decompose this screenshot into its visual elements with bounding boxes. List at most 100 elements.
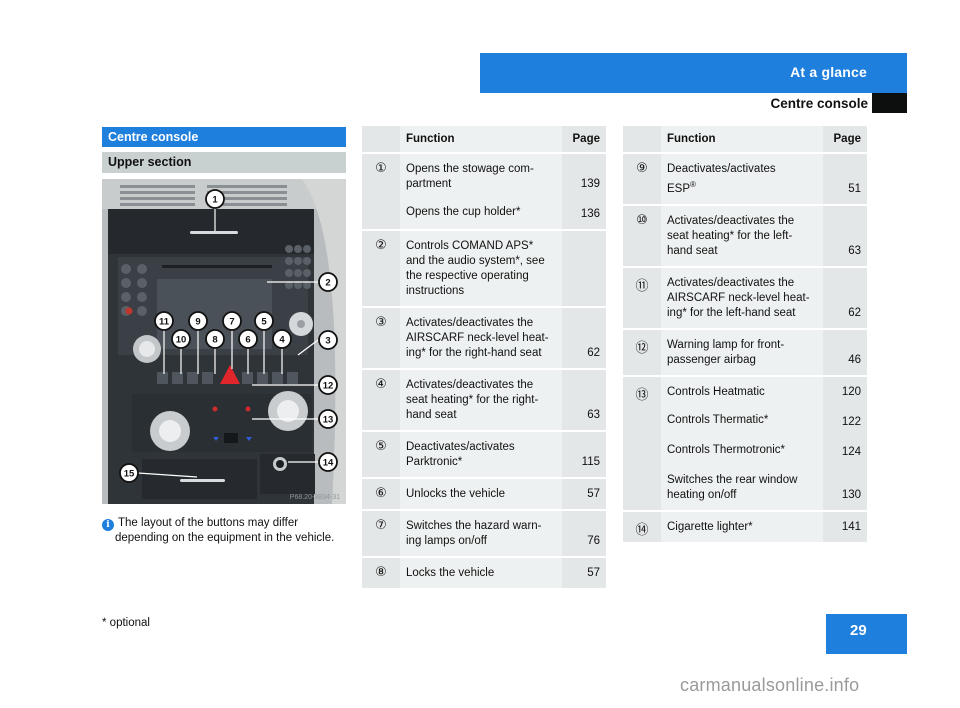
header-marker [872,93,907,113]
table-row: ⑧ Locks the vehicle 57 [362,556,606,588]
page-ref[interactable]: 122 [823,407,861,437]
header-number [362,126,400,153]
photo-code: P68.20-3834-31 [290,494,340,501]
page-cell: 122 [823,406,867,437]
page-ref[interactable]: 76 [562,526,600,556]
header-function: Function [661,126,823,153]
page-cell: 63 [823,203,867,267]
registered-mark: ® [690,180,696,189]
circled-number-icon: ③ [375,315,387,330]
table-row: ③ Activates/deactivates the AIRSCARF neck-… [362,306,606,369]
table-row: ⑤ Deactivates/activates Parktronic* 115 [362,430,606,478]
function-text: Locks the vehicle [406,558,562,588]
function-line: the respective operating [406,270,529,282]
page-ref[interactable]: 136 [562,199,600,229]
callout-6: 6 [245,335,250,346]
function-cell: Deactivates/activates Parktronic* [400,430,562,478]
function-line: Activates/deactivates the [667,276,795,289]
row-number: ⑨ [623,152,661,205]
function-text: Activates/deactivates the seat heating* f… [667,206,823,266]
function-line: hand seat [667,244,718,257]
header-number [623,126,661,153]
callout-3: 3 [325,336,330,347]
row-number: ② [362,229,400,307]
page-ref[interactable]: 51 [823,174,861,204]
page-number-box: 29 [826,614,907,654]
row-number: ⑭ [623,509,661,542]
row-number: ⑧ [362,556,400,588]
function-table-right: Function Page ⑨ Deactivates/activates ESP® 51… [623,126,867,542]
function-line: Activates/deactivates the [406,379,534,391]
circled-number-icon: ⑧ [375,565,387,580]
table-row: ④ Activates/deactivates the seat heating* … [362,368,606,431]
function-line: Deactivates/activates [667,163,776,175]
section-heading: Centre console [770,96,868,111]
page-ref[interactable]: 139 [562,169,600,199]
note-line-1: The layout of the buttons may differ [118,517,299,529]
function-line: instructions [406,285,465,297]
table-row: ⑩ Activates/deactivates the seat heating* … [623,203,867,267]
function-cell: Activates/deactivates the AIRSCARF neck-l… [661,265,823,329]
function-table-left: Function Page ① Opens the stowage com-partm… [362,126,606,588]
function-text: Activates/deactivates the AIRSCARF neck-l… [667,268,823,328]
page-ref[interactable]: 120 [823,377,861,407]
table-header-row: Function Page [623,126,867,153]
function-cell: Switches the hazard warn-ing lamps on/of… [400,509,562,557]
function-cell: Activates/deactivates the seat heating* f… [661,203,823,267]
function-line: Switches the rear window [667,473,798,486]
table-row: ⑥ Unlocks the vehicle 57 [362,477,606,510]
function-line: Locks the vehicle [406,567,495,579]
page-ref[interactable]: 46 [823,345,861,375]
table-header-row: Function Page [362,126,606,153]
callout-7: 7 [229,317,234,328]
function-text: Unlocks the vehicle [406,479,562,509]
watermark: carmanualsonline.info [680,675,860,695]
function-cell: Unlocks the vehicle [400,477,562,510]
table-row: ⑫ Warning lamp for front-passenger airbag… [623,327,867,376]
table-row: ⑬ Controls Heatmatic 120 [623,374,867,511]
page-ref[interactable]: 115 [562,447,600,477]
page-ref[interactable]: 63 [562,400,600,430]
function-line: Deactivates/activates [406,441,515,453]
page-ref[interactable]: 57 [562,479,600,509]
page-ref[interactable] [562,291,600,306]
circled-number-icon: ⑤ [375,439,387,454]
function-cell: Deactivates/activates ESP® [661,152,823,205]
page-ref[interactable]: 141 [823,512,861,542]
row-number: ⑪ [623,265,661,329]
callout-13: 13 [323,415,334,426]
page-cell: 63 [562,368,606,431]
function-line: ESP® [667,180,696,195]
function-line: passenger airbag [667,353,756,366]
circled-number-icon: ⑩ [636,212,648,228]
function-text: Controls Thermotronic* [667,437,823,465]
row-number: ⑤ [362,430,400,478]
page-ref[interactable]: 63 [823,236,861,266]
page-ref[interactable]: 62 [823,298,861,328]
function-text: Controls COMAND APS* and the audio system… [406,231,562,306]
table-row: ⑨ Deactivates/activates ESP® 51 [623,152,867,205]
callout-11: 11 [159,317,170,328]
function-line: Controls Heatmatic [667,385,765,398]
page-cell: 46 [823,327,867,376]
circled-number-icon: ⑪ [635,278,649,294]
page-ref[interactable]: 62 [562,338,600,368]
page-ref[interactable]: 130 [823,480,861,510]
page-ref[interactable]: 57 [562,558,600,588]
chapter-tab: At a glance [480,53,907,93]
callout-14: 14 [323,458,334,469]
function-cell: Cigarette lighter* [661,509,823,542]
page-cell: 76 [562,509,606,557]
function-text: Warning lamp for front-passenger airbag [667,330,823,375]
table-row: ⑦ Switches the hazard warn-ing lamps on/o… [362,509,606,557]
function-text: Activates/deactivates the seat heating* f… [406,370,562,430]
page-cell: 124 [823,436,867,467]
function-text: Deactivates/activates ESP® [667,154,823,204]
function-cell: Controls Thermatic* [661,406,823,437]
console-illustration: 1 2 3 4 5 6 7 8 9 10 11 12 13 14 15 P68.… [102,179,346,504]
section-title: Centre console [102,127,346,147]
row-number: ⑦ [362,509,400,557]
row-number: ④ [362,368,400,431]
page-ref[interactable]: 124 [823,437,861,467]
function-line: seat heating* for the right- [406,394,539,406]
